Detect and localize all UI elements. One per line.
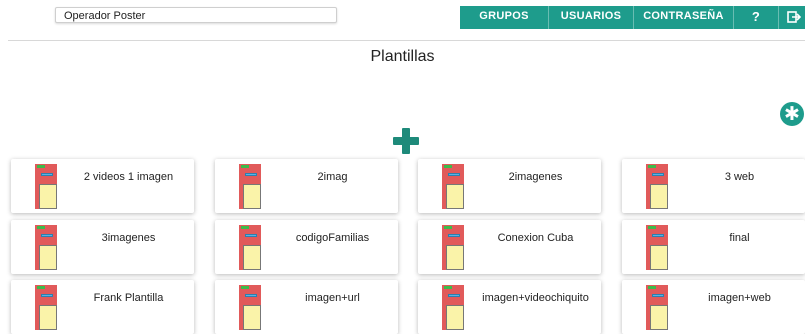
template-name: imagen+url (305, 292, 360, 304)
template-thumbnail-icon (239, 164, 261, 209)
template-name: Frank Plantilla (93, 292, 164, 304)
top-nav: GRUPOS USUARIOS CONTRASEÑA ? (460, 6, 805, 29)
template-name: 2 videos 1 imagen (83, 171, 174, 183)
template-name: 3imagenes (101, 232, 156, 244)
template-card[interactable]: 2imag (215, 159, 398, 213)
template-thumbnail-icon (442, 285, 464, 330)
nav-usuarios-button[interactable]: USUARIOS (549, 6, 634, 29)
template-card[interactable]: Conexion Cuba (418, 220, 601, 274)
template-thumbnail-icon (239, 285, 261, 330)
template-name: Conexion Cuba (497, 232, 574, 244)
template-card[interactable]: final (622, 220, 805, 274)
template-thumbnail-icon (646, 164, 668, 209)
help-button[interactable]: ? (734, 6, 779, 29)
asterisk-icon: ✱ (784, 104, 800, 125)
template-name: final (729, 232, 750, 244)
template-card[interactable]: 2imagenes (418, 159, 601, 213)
template-card[interactable]: Frank Plantilla (11, 280, 194, 334)
template-name: imagen+videochiquito (482, 292, 589, 304)
template-thumbnail-icon (35, 285, 57, 330)
nav-contrasena-button[interactable]: CONTRASEÑA (634, 6, 734, 29)
template-thumbnail-icon (442, 225, 464, 270)
user-name-field[interactable]: Operador Poster (55, 7, 337, 23)
template-thumbnail-icon (35, 164, 57, 209)
logout-icon (787, 11, 802, 23)
template-card[interactable]: 3imagenes (11, 220, 194, 274)
template-card[interactable]: 2 videos 1 imagen (11, 159, 194, 213)
template-name: 2imag (317, 171, 348, 183)
logout-button[interactable] (779, 6, 805, 29)
template-name: codigoFamilias (295, 232, 370, 244)
template-thumbnail-icon (239, 225, 261, 270)
template-name: imagen+web (708, 292, 771, 304)
template-thumbnail-icon (442, 164, 464, 209)
template-card[interactable]: imagen+videochiquito (418, 280, 601, 334)
template-name: 2imagenes (508, 171, 563, 183)
header-divider (8, 40, 805, 41)
page-title: Plantillas (370, 48, 435, 65)
nav-grupos-button[interactable]: GRUPOS (460, 6, 549, 29)
template-card[interactable]: codigoFamilias (215, 220, 398, 274)
template-card[interactable]: 3 web (622, 159, 805, 213)
template-card[interactable]: imagen+web (622, 280, 805, 334)
add-template-button[interactable] (393, 128, 419, 154)
template-thumbnail-icon (646, 225, 668, 270)
template-thumbnail-icon (646, 285, 668, 330)
template-thumbnail-icon (35, 225, 57, 270)
settings-button[interactable]: ✱ (780, 102, 804, 126)
template-card[interactable]: imagen+url (215, 280, 398, 334)
template-name: 3 web (724, 171, 755, 183)
